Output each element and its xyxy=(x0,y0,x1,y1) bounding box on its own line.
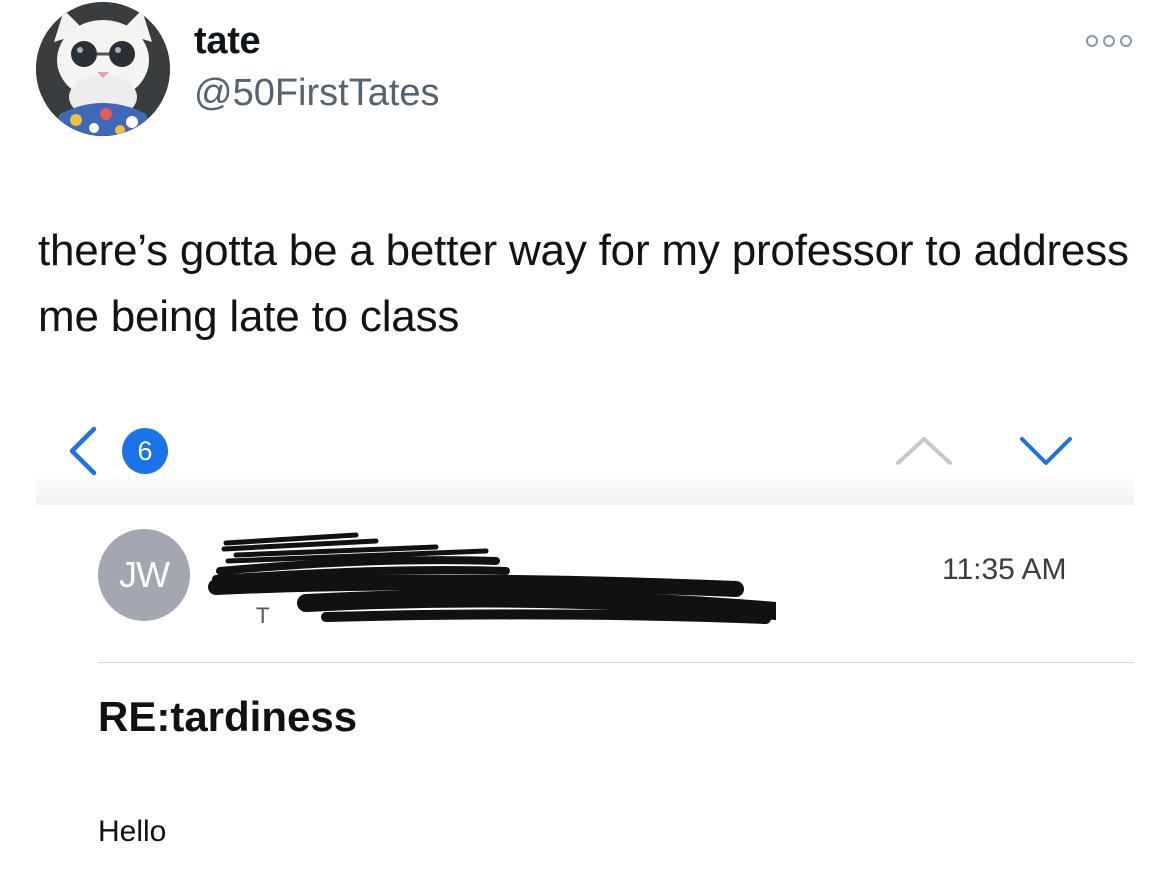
chevron-down-icon[interactable] xyxy=(1018,433,1074,467)
email-body-greeting: Hello xyxy=(98,815,167,848)
svg-text:T: T xyxy=(256,603,269,628)
redaction-scribble: T xyxy=(176,527,785,637)
display-name[interactable]: tate xyxy=(194,20,261,63)
unread-count-badge: 6 xyxy=(122,428,168,474)
mail-nav-bar: 6 xyxy=(36,395,1134,505)
chevron-left-icon[interactable] xyxy=(66,425,100,477)
more-options-icon[interactable] xyxy=(1086,32,1132,50)
tweet-header: tate @50FirstTates xyxy=(0,0,1170,150)
email-subject: RE:tardiness xyxy=(98,693,358,740)
chevron-up-icon[interactable] xyxy=(894,433,954,467)
tweet-text: there’s gotta be a better way for my pro… xyxy=(38,226,1129,341)
header-divider xyxy=(98,662,1134,663)
email-screenshot: 6 JW T 11:35 AM RE:tardiness Hello xyxy=(36,395,1134,892)
profile-avatar[interactable] xyxy=(36,2,170,136)
email-time: 11:35 AM xyxy=(942,553,1067,586)
cat-avatar-image xyxy=(36,2,170,136)
user-handle[interactable]: @50FirstTates xyxy=(194,72,440,115)
